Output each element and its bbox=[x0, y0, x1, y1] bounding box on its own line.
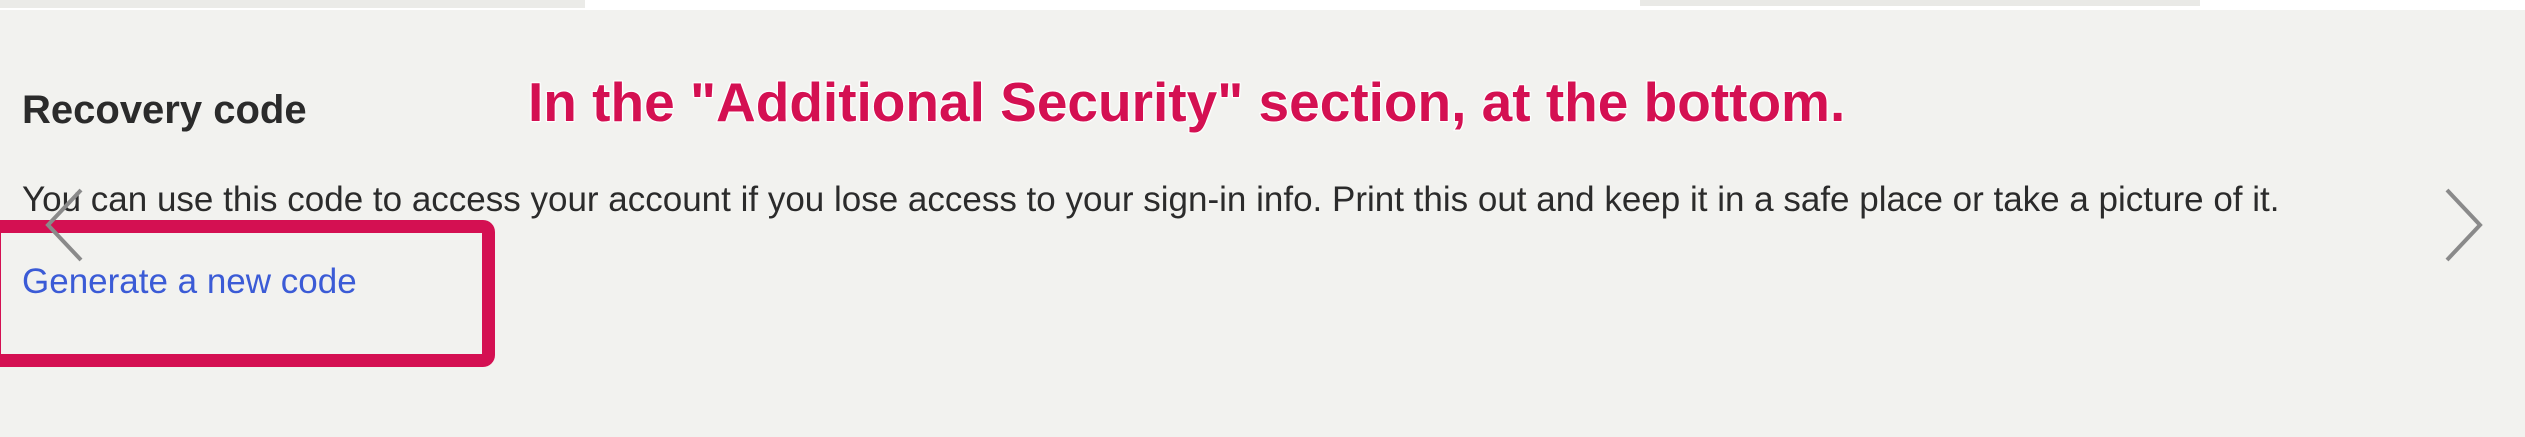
chevron-left-icon[interactable] bbox=[36, 180, 96, 270]
page: Recovery code In the "Additional Securit… bbox=[0, 0, 2525, 437]
recovery-code-description: You can use this code to access your acc… bbox=[22, 180, 2280, 219]
top-strip-left bbox=[0, 0, 585, 8]
recovery-code-heading: Recovery code bbox=[22, 88, 307, 132]
top-strip-fade bbox=[1640, 0, 2200, 6]
tutorial-annotation: In the "Additional Security" section, at… bbox=[527, 70, 1846, 134]
chevron-right-icon[interactable] bbox=[2432, 180, 2492, 270]
